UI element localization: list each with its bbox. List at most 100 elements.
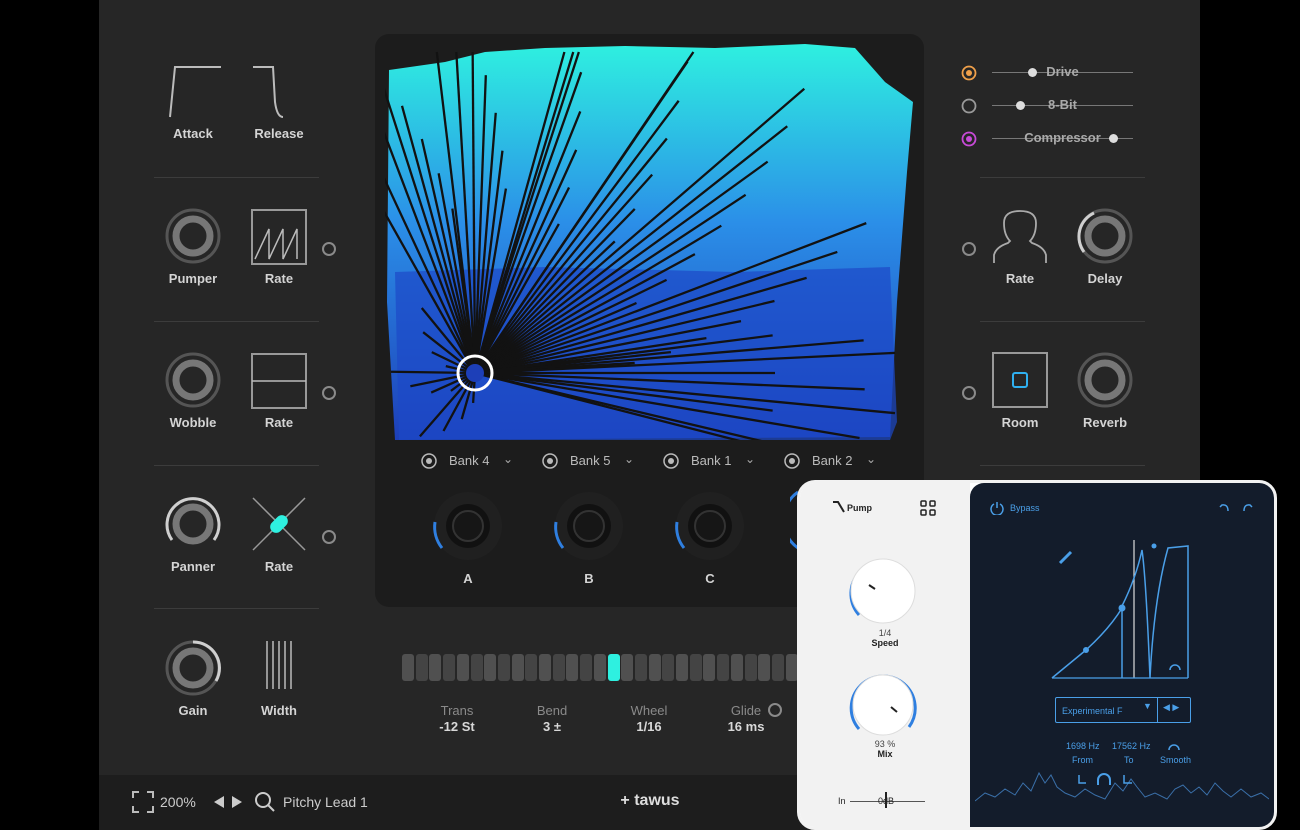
curve-editor[interactable] bbox=[1050, 538, 1190, 683]
pumper-label: Pumper bbox=[168, 271, 218, 286]
sequencer-step[interactable] bbox=[552, 654, 565, 681]
sequencer-step[interactable] bbox=[662, 654, 675, 681]
macro-a-knob[interactable] bbox=[430, 488, 506, 564]
input-value: 0dB bbox=[878, 796, 895, 806]
undo-redo-icon[interactable] bbox=[1218, 502, 1254, 514]
sequencer-step[interactable] bbox=[415, 654, 428, 681]
sequencer-step[interactable] bbox=[402, 654, 414, 681]
power-icon[interactable] bbox=[990, 501, 1004, 515]
sequencer-step[interactable] bbox=[744, 654, 757, 681]
chevron-down-icon[interactable]: ⌄ bbox=[745, 452, 755, 466]
bank-2-radio-icon[interactable] bbox=[662, 452, 680, 470]
right-row1-toggle-radio[interactable] bbox=[962, 242, 976, 256]
bank-1-radio-icon[interactable] bbox=[541, 452, 559, 470]
reverb-knob[interactable] bbox=[1076, 351, 1134, 409]
sequencer-step[interactable] bbox=[511, 654, 524, 681]
grid-menu-icon[interactable] bbox=[920, 500, 936, 516]
sequencer-step[interactable] bbox=[566, 654, 579, 681]
gain-knob[interactable] bbox=[164, 639, 222, 697]
mix-knob[interactable] bbox=[847, 669, 919, 741]
sequencer-step[interactable] bbox=[607, 654, 620, 681]
sequencer-step[interactable] bbox=[634, 654, 647, 681]
zoom-level[interactable]: 200% bbox=[160, 794, 196, 810]
bank-2-label[interactable]: Bank 1 bbox=[691, 453, 731, 468]
head-rate-icon[interactable] bbox=[990, 207, 1050, 265]
panner-toggle-radio[interactable] bbox=[322, 530, 336, 544]
sequencer-step[interactable] bbox=[758, 654, 771, 681]
preset-nav-arrows-icon[interactable] bbox=[212, 795, 244, 809]
curve-preset-name: Experimental F bbox=[1062, 706, 1123, 716]
from-value[interactable]: 1698 Hz bbox=[1066, 741, 1100, 751]
sequencer-step[interactable] bbox=[497, 654, 510, 681]
room-button[interactable] bbox=[992, 352, 1048, 408]
sequencer-step[interactable] bbox=[470, 654, 483, 681]
pumper-toggle-radio[interactable] bbox=[322, 242, 336, 256]
param-3-value[interactable]: 16 ms bbox=[701, 719, 791, 734]
effect-1-label: 8-Bit bbox=[1048, 97, 1077, 112]
sequencer-step[interactable] bbox=[717, 654, 730, 681]
smooth-icon[interactable] bbox=[1167, 739, 1181, 751]
speed-knob[interactable] bbox=[847, 555, 919, 627]
chevron-down-icon[interactable]: ⌄ bbox=[503, 452, 513, 466]
param-0-value[interactable]: -12 St bbox=[412, 719, 502, 734]
fullscreen-icon[interactable] bbox=[131, 790, 155, 814]
effect-2-radio-icon[interactable] bbox=[961, 131, 977, 147]
bank-1-label[interactable]: Bank 5 bbox=[570, 453, 610, 468]
square-rate-icon[interactable] bbox=[251, 353, 307, 409]
bank-3-label[interactable]: Bank 2 bbox=[812, 453, 852, 468]
wobble-toggle-radio[interactable] bbox=[322, 386, 336, 400]
sequencer-step[interactable] bbox=[593, 654, 606, 681]
divider bbox=[154, 465, 319, 466]
sequencer-step[interactable] bbox=[443, 654, 456, 681]
sequencer-step[interactable] bbox=[580, 654, 593, 681]
delay-knob[interactable] bbox=[1076, 207, 1134, 265]
wobble-knob[interactable] bbox=[164, 351, 222, 409]
sequencer-step[interactable] bbox=[456, 654, 469, 681]
search-icon[interactable] bbox=[254, 791, 276, 813]
divider bbox=[154, 321, 319, 322]
input-label: In bbox=[838, 796, 846, 806]
sequencer-step[interactable] bbox=[484, 654, 497, 681]
sequencer-step[interactable] bbox=[539, 654, 551, 681]
attack-label: Attack bbox=[173, 126, 213, 141]
preset-name[interactable]: Pitchy Lead 1 bbox=[283, 794, 368, 810]
pumper-knob[interactable] bbox=[164, 207, 222, 265]
attack-envelope-icon[interactable] bbox=[165, 62, 295, 122]
sequencer-step[interactable] bbox=[429, 654, 442, 681]
sequencer-step[interactable] bbox=[730, 654, 743, 681]
headphone-icons[interactable] bbox=[1078, 773, 1134, 789]
sequencer-step[interactable] bbox=[676, 654, 688, 681]
chevron-down-icon[interactable]: ⌄ bbox=[624, 452, 634, 466]
sequencer-step[interactable] bbox=[771, 654, 784, 681]
width-icon[interactable] bbox=[264, 639, 294, 691]
sequencer-step[interactable] bbox=[648, 654, 661, 681]
bank-0-radio-icon[interactable] bbox=[420, 452, 438, 470]
sequencer-step[interactable] bbox=[785, 654, 798, 681]
effect-0-radio-icon[interactable] bbox=[961, 65, 977, 81]
param-2-value[interactable]: 1/16 bbox=[604, 719, 694, 734]
bank-3-radio-icon[interactable] bbox=[783, 452, 801, 470]
chevron-down-icon[interactable]: ⌄ bbox=[866, 452, 876, 466]
sawtooth-rate-icon[interactable] bbox=[251, 209, 307, 265]
sequencer-step[interactable] bbox=[621, 654, 634, 681]
sequencer-step[interactable] bbox=[525, 654, 538, 681]
macro-c-knob[interactable] bbox=[672, 488, 748, 564]
glide-toggle-radio[interactable] bbox=[768, 703, 782, 717]
effect-2-label: Compressor bbox=[1024, 130, 1101, 145]
bypass-label[interactable]: Bypass bbox=[1010, 503, 1040, 513]
to-value[interactable]: 17562 Hz bbox=[1112, 741, 1151, 751]
macro-b-knob[interactable] bbox=[551, 488, 627, 564]
preset-prev-next-icon[interactable]: ◀ ▶ bbox=[1163, 702, 1179, 713]
sequencer-step[interactable] bbox=[689, 654, 702, 681]
brand-logo: + tawus bbox=[620, 792, 680, 809]
effect-1-radio-icon[interactable] bbox=[961, 98, 977, 114]
bank-0-label[interactable]: Bank 4 bbox=[449, 453, 489, 468]
visualizer-display[interactable] bbox=[385, 42, 915, 440]
sequencer-step[interactable] bbox=[703, 654, 716, 681]
right-row2-toggle-radio[interactable] bbox=[962, 386, 976, 400]
cross-rate-icon[interactable] bbox=[251, 496, 307, 552]
dropdown-caret-icon[interactable]: ▼ bbox=[1143, 701, 1152, 711]
param-1-value[interactable]: 3 ± bbox=[507, 719, 597, 734]
panner-knob[interactable] bbox=[164, 495, 222, 553]
pump-right-panel: Bypass Experimental F ▼ ◀ ▶ 1698 Hz From… bbox=[970, 483, 1274, 827]
